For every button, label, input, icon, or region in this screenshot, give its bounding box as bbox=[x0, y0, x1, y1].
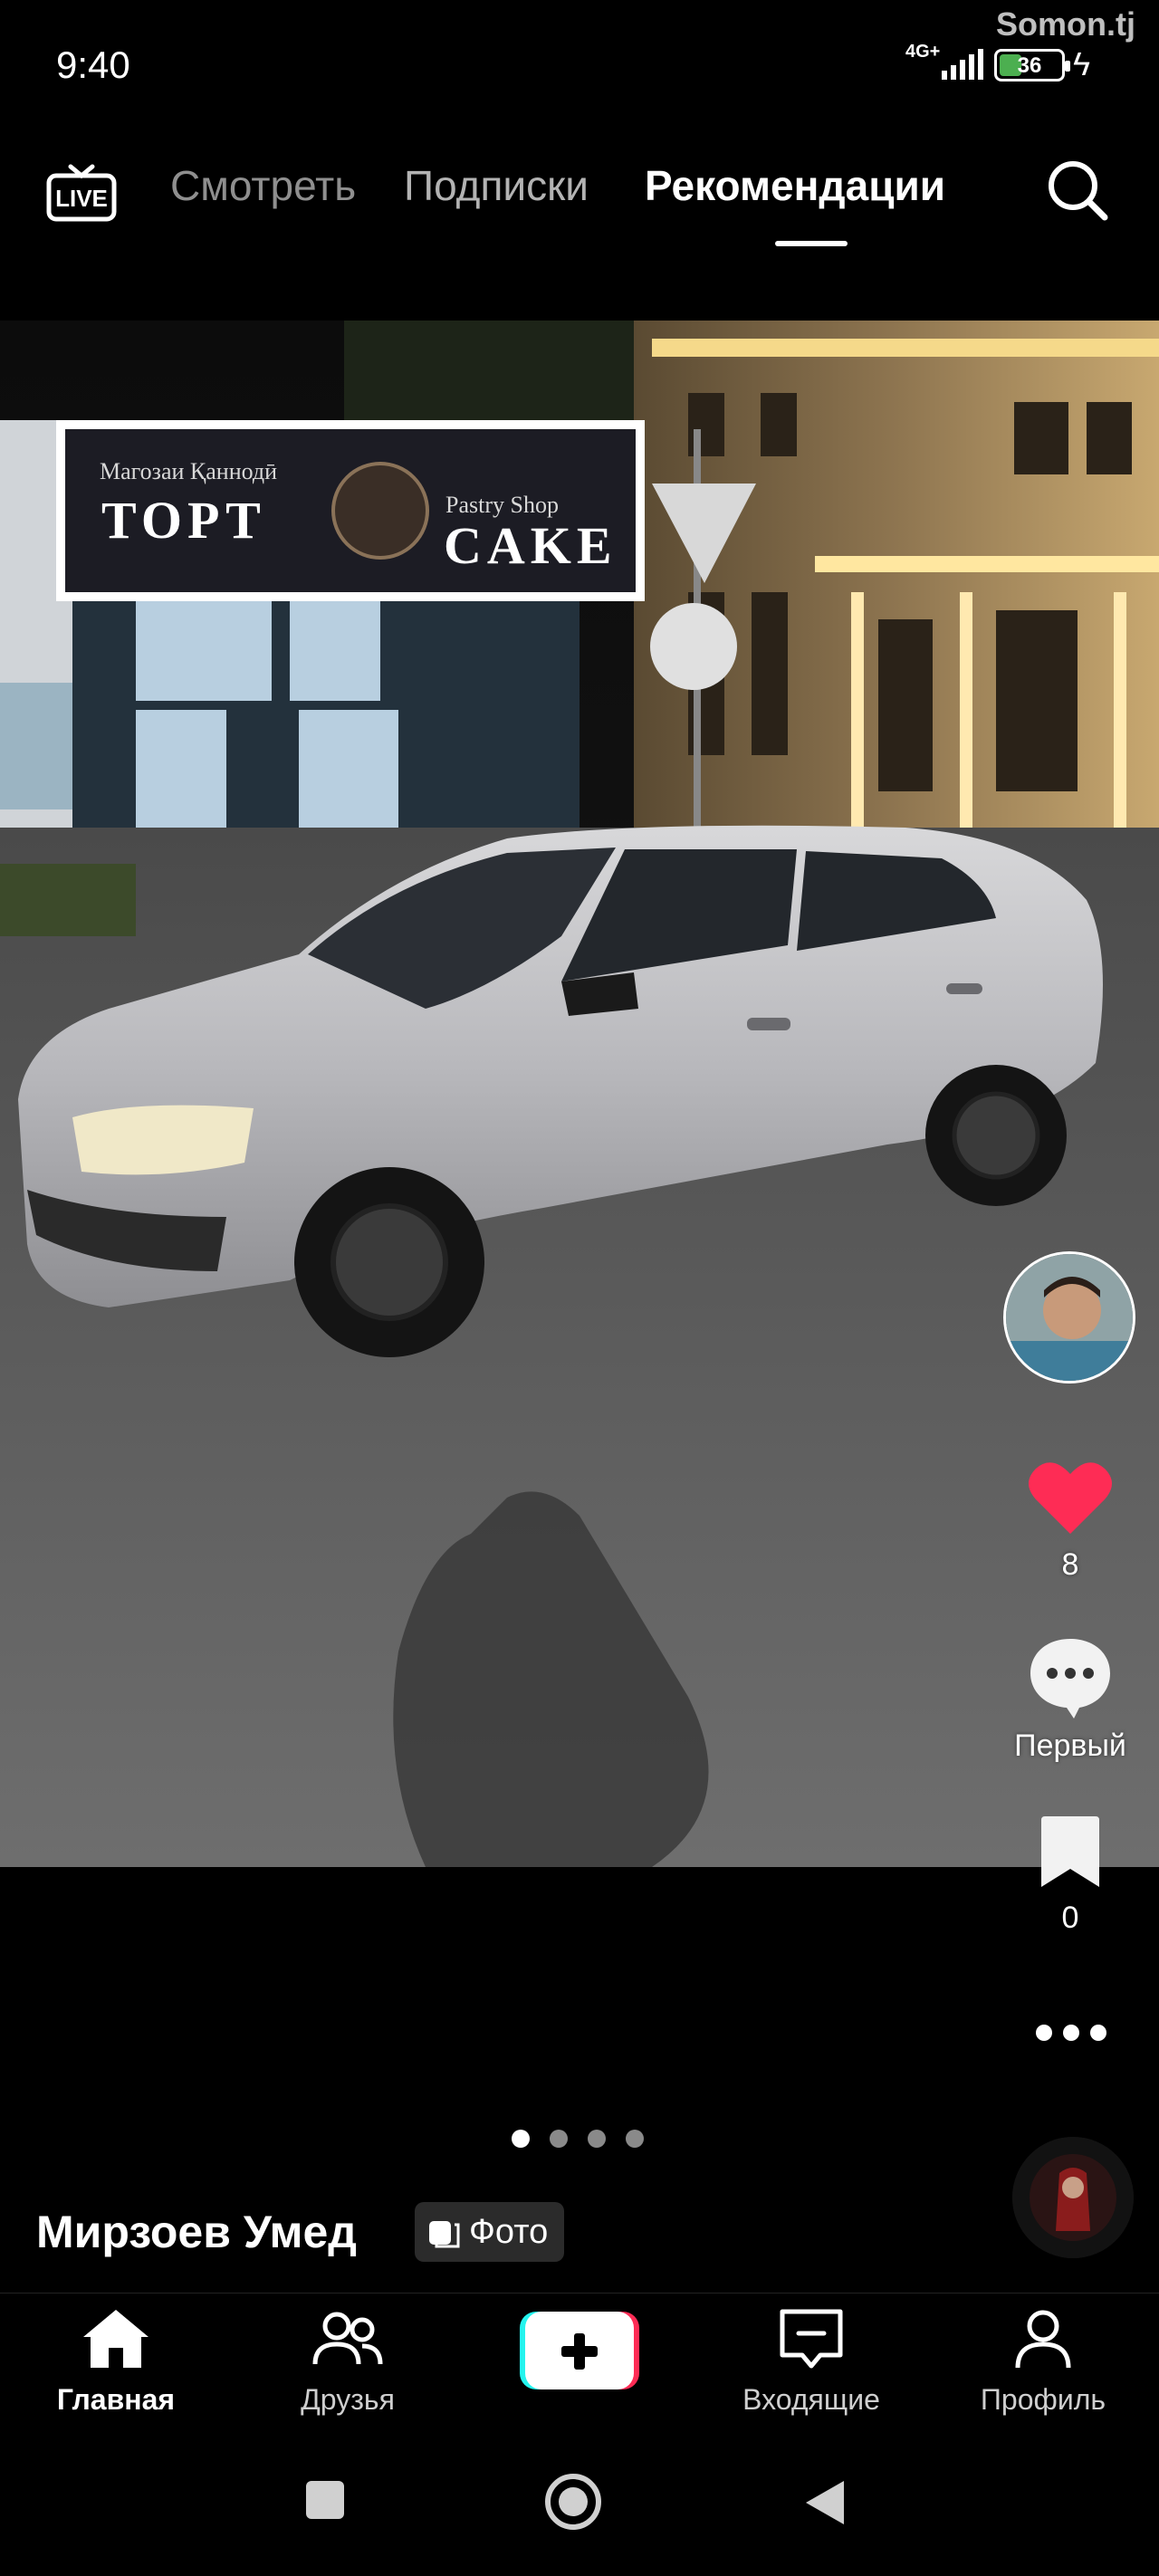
shop-sign-big-right: CAKE bbox=[444, 516, 618, 575]
charging-icon: ϟ bbox=[1073, 45, 1091, 82]
tab-home-label: Главная bbox=[56, 2383, 176, 2416]
profile-icon bbox=[1015, 2310, 1071, 2369]
watermark: Somon.tj bbox=[996, 5, 1135, 43]
photo-stack-icon bbox=[429, 2221, 460, 2248]
music-disc-image bbox=[1012, 2137, 1134, 2258]
tab-friends-label: Друзья bbox=[301, 2383, 395, 2416]
more-icon[interactable] bbox=[1030, 2019, 1112, 2046]
comment-count: Первый bbox=[1014, 1729, 1126, 1763]
search-icon[interactable] bbox=[1041, 154, 1114, 226]
active-tab-indicator bbox=[775, 241, 848, 246]
plus-icon bbox=[520, 2312, 639, 2389]
carousel-dot bbox=[588, 2130, 606, 2148]
recents-icon[interactable] bbox=[302, 2477, 348, 2527]
system-nav-bar bbox=[0, 2439, 1159, 2576]
comment-action[interactable]: Первый bbox=[1014, 1635, 1126, 1764]
live-label: LIVE bbox=[55, 185, 108, 212]
network-type: 4G+ bbox=[905, 42, 941, 62]
avatar-image bbox=[1006, 1254, 1133, 1381]
post-type-label: Фото bbox=[469, 2212, 549, 2251]
comment-icon[interactable] bbox=[1027, 1635, 1114, 1719]
carousel-dot bbox=[512, 2130, 530, 2148]
tab-inbox-label: Входящие bbox=[742, 2383, 880, 2416]
tab-watch[interactable]: Смотреть bbox=[170, 161, 356, 210]
live-icon[interactable]: LIVE bbox=[45, 154, 118, 226]
back-icon[interactable] bbox=[802, 2477, 848, 2533]
inbox-icon bbox=[780, 2309, 843, 2369]
like-action[interactable]: 8 bbox=[1014, 1458, 1126, 1583]
status-time: 9:40 bbox=[56, 43, 130, 86]
post-type-badge[interactable]: Фото bbox=[415, 2202, 565, 2262]
bookmark-icon[interactable] bbox=[1038, 1815, 1103, 1891]
friends-icon bbox=[312, 2312, 383, 2365]
battery-tip bbox=[1065, 61, 1070, 72]
like-count: 8 bbox=[1061, 1547, 1079, 1582]
tab-recommendations[interactable]: Рекомендации bbox=[645, 161, 945, 210]
car-photo-image: Магозаи Қаннодӣ ТОРТ Pastry Shop CAKE bbox=[0, 321, 1159, 1867]
top-nav: LIVE Смотреть Подписки Рекомендации bbox=[0, 136, 1159, 254]
home-icon bbox=[83, 2310, 148, 2368]
battery-indicator: 36 bbox=[994, 49, 1070, 81]
create-button[interactable] bbox=[518, 2310, 641, 2391]
battery-percent: 36 bbox=[1017, 53, 1042, 78]
tab-friends[interactable]: Друзья bbox=[257, 2306, 438, 2417]
tab-inbox[interactable]: Входящие bbox=[721, 2306, 902, 2417]
carousel-dot bbox=[626, 2130, 644, 2148]
carousel-dot bbox=[550, 2130, 568, 2148]
save-count: 0 bbox=[1061, 1901, 1079, 1935]
carousel-dots bbox=[512, 2130, 644, 2148]
shop-sign-big-left: ТОРТ bbox=[101, 491, 266, 550]
save-action[interactable]: 0 bbox=[1014, 1815, 1126, 1936]
author-avatar[interactable] bbox=[1003, 1251, 1135, 1384]
shop-sign-small-left: Магозаи Қаннодӣ bbox=[100, 458, 277, 484]
bottom-tab-bar: Главная Друзья Входящие Профиль bbox=[0, 2293, 1159, 2439]
music-disc[interactable] bbox=[1012, 2137, 1134, 2258]
tab-home[interactable]: Главная bbox=[25, 2306, 206, 2417]
shop-sign-small-right: Pastry Shop bbox=[445, 492, 559, 518]
tab-profile-label: Профиль bbox=[980, 2383, 1106, 2416]
author-name[interactable]: Мирзоев Умед bbox=[36, 2206, 357, 2258]
status-bar: 9:40 Somon.tj 4G+ 36 ϟ bbox=[0, 0, 1159, 127]
signal-indicator: 4G+ bbox=[905, 42, 987, 83]
post-photo[interactable]: Магозаи Қаннодӣ ТОРТ Pastry Shop CAKE bbox=[0, 321, 1159, 1867]
tab-profile[interactable]: Профиль bbox=[953, 2306, 1134, 2417]
home-circle-icon[interactable] bbox=[543, 2472, 603, 2536]
tab-subscriptions[interactable]: Подписки bbox=[404, 161, 589, 210]
heart-icon[interactable] bbox=[1027, 1458, 1114, 1537]
